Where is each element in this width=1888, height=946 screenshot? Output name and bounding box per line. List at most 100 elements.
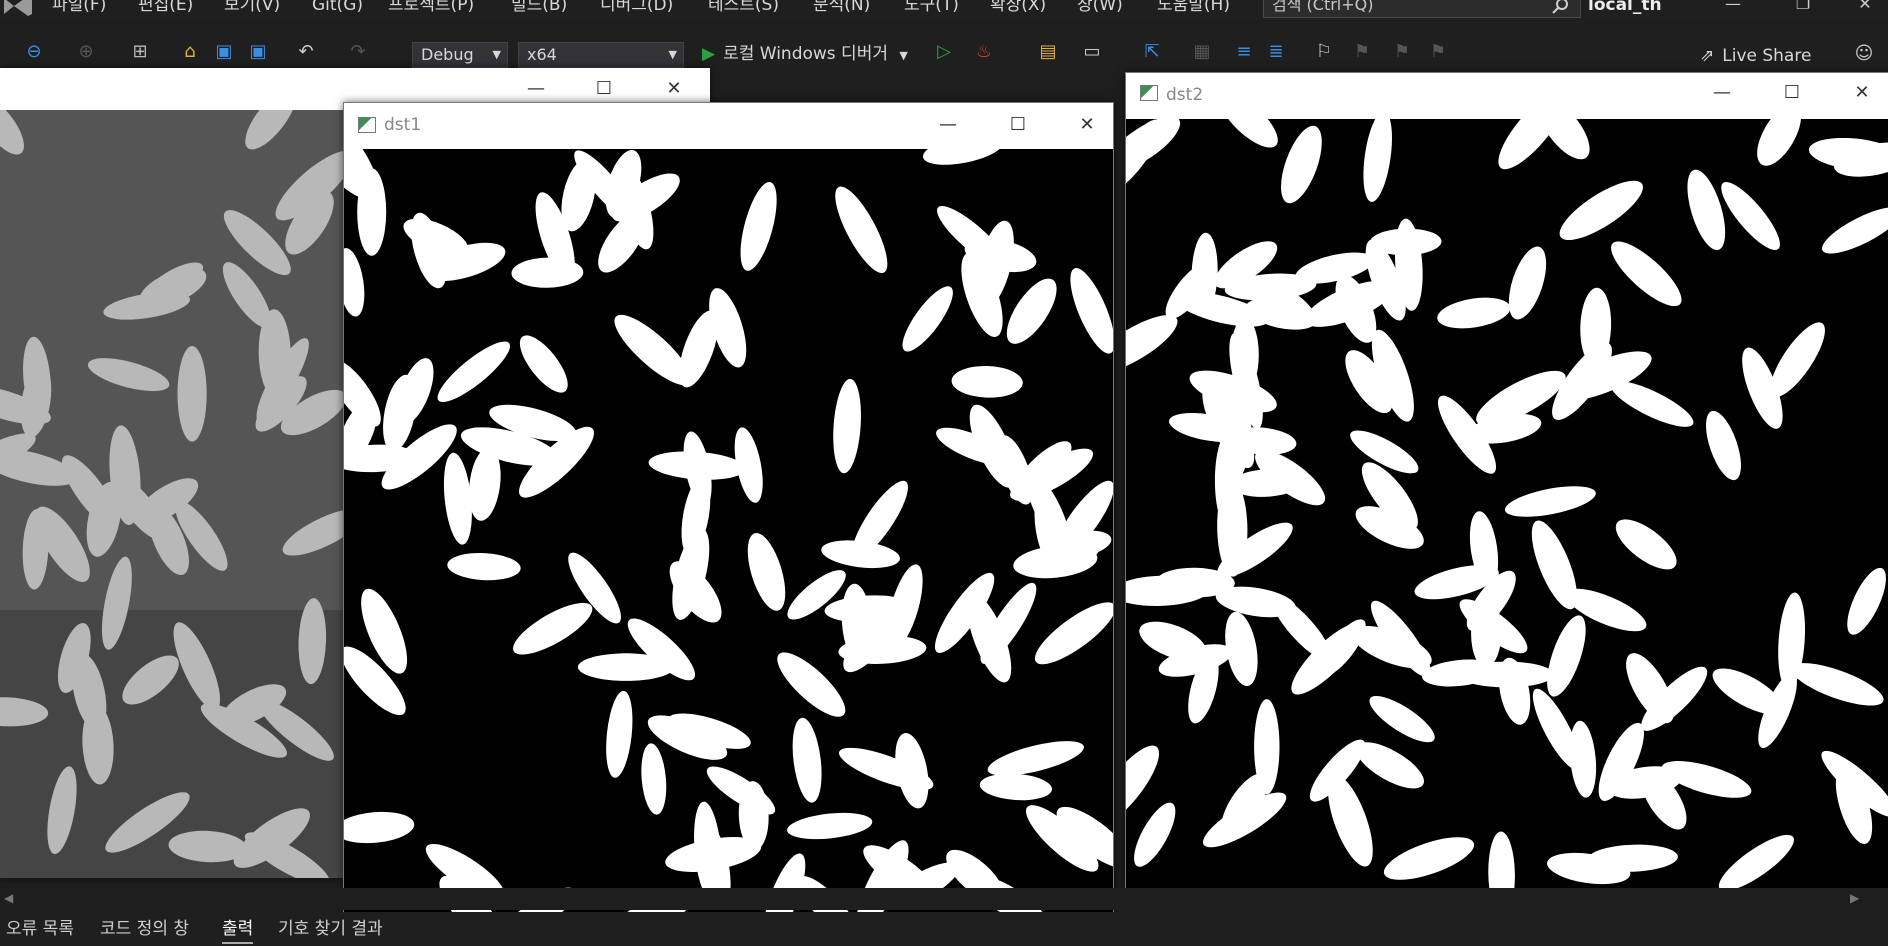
dst2-window[interactable]: dst2 — ☐ ✕ [1125,72,1888,889]
rice-grain [447,552,521,581]
window-icon[interactable]: ▭ [1080,40,1104,64]
open-folder-icon[interactable]: ⌂ [178,40,202,64]
chevron-down-icon: ▼ [668,48,677,61]
rice-grain [1559,180,1643,241]
rice-grain [1271,595,1332,661]
menu-project[interactable]: 프로젝트(P) [388,0,474,16]
save-all-icon[interactable]: ▣ [246,40,270,64]
tab-find-symbols[interactable]: 기호 찾기 결과 [278,916,383,942]
close-icon[interactable]: ✕ [1848,81,1876,105]
start-without-debug-icon[interactable]: ▷ [932,40,956,64]
code-editor-fragment[interactable] [1112,110,1126,830]
rice-grain [1821,207,1888,254]
menu-tools[interactable]: 도구(T) [904,0,959,16]
menu-build[interactable]: 빌드(B) [511,0,567,16]
scroll-left-icon[interactable]: ◀ [4,891,13,905]
rice-grain [344,811,415,844]
visual-studio-logo-icon[interactable] [0,0,36,18]
rice-grain [1458,661,1554,688]
hot-reload-icon[interactable]: ♨ [972,40,996,64]
minimize-icon[interactable]: — [934,113,962,137]
forward-icon[interactable]: ⊕ [74,40,98,64]
redo-icon[interactable]: ↷ [346,40,370,64]
outline-icon[interactable]: ≡ [1232,40,1256,64]
search-input[interactable]: 검색 (Ctrl+Q) [1263,0,1581,18]
menu-analyze[interactable]: 분석(N) [813,0,870,16]
search-icon [1552,0,1568,14]
minimize-icon[interactable]: — [1708,81,1736,105]
menu-test[interactable]: 테스트(S) [708,0,779,16]
rice-grain [606,690,633,778]
window-title: dst2 [1166,85,1204,105]
tab-output[interactable]: 출력 [222,916,254,944]
folder-icon[interactable]: ▤ [1036,40,1060,64]
rice-grain [979,773,1053,801]
bookmark-prev-icon[interactable]: ⚑ [1350,40,1374,64]
layout-icon[interactable]: ▦ [1190,40,1214,64]
bookmark-clear-icon[interactable]: ⚑ [1426,40,1450,64]
menu-git[interactable]: Git(G) [312,0,363,16]
maximize-icon[interactable]: ☐ [1778,81,1806,105]
rice-grain [1547,615,1586,697]
platform-select[interactable]: x64 ▼ [518,42,684,68]
rice-grain [747,533,786,611]
menu-help[interactable]: 도움말(H) [1157,0,1230,16]
rice-grain [443,452,472,545]
minimize-icon[interactable]: — [522,77,550,101]
rice-grain [1847,567,1886,635]
undo-icon[interactable]: ↶ [294,40,318,64]
menu-window[interactable]: 창(W) [1077,0,1123,16]
rice-grain [1587,844,1678,872]
rice-grain [177,345,207,442]
toolbar: ⊖ ⊕ ⊞ ⌂ ▣ ▣ ↶ ↷ Debug ▼ x64 ▼ ▶ 로컬 Window… [0,30,1888,72]
bookmark-icon[interactable]: ⚐ [1312,40,1336,64]
chevron-down-icon: ▼ [899,49,908,62]
rice-grain [1504,486,1596,517]
binary-threshold-image [344,149,1113,917]
bottom-tab-bar: 오류 목록 코드 정의 창 출력 기호 찾기 결과 [0,912,1888,946]
live-share-button[interactable]: ⇗ Live Share [1700,44,1811,68]
indent-icon[interactable]: ≣ [1264,40,1288,64]
rice-grain [922,149,1004,165]
maximize-icon[interactable]: ☐ [590,77,618,101]
rice-grain [792,717,822,803]
dst1-window[interactable]: dst1 — ☐ ✕ [343,102,1114,918]
tab-error-list[interactable]: 오류 목록 [6,916,74,942]
rice-grain [513,602,593,655]
account-icon[interactable]: ☺ [1852,42,1876,66]
rice-grain [1718,834,1794,888]
window-titlebar[interactable]: dst2 — ☐ ✕ [1126,73,1888,119]
menu-file[interactable]: 파일(F) [52,0,106,16]
bookmark-next-icon[interactable]: ⚑ [1390,40,1414,64]
search-placeholder: 검색 (Ctrl+Q) [1272,0,1374,14]
chevron-down-icon: ▼ [492,48,501,61]
menu-debug[interactable]: 디버그(D) [600,0,673,16]
rice-grain [835,186,888,274]
restore-icon[interactable]: ❐ [1788,0,1818,16]
horizontal-scrollbar[interactable]: ◀ ▶ [0,888,1888,910]
minimize-icon[interactable]: — [1718,0,1748,16]
rice-grain [951,365,1023,398]
start-debugging-button[interactable]: ▶ 로컬 Windows 디버거 ▼ [702,42,908,68]
rice-grain [641,743,667,815]
live-share-label: Live Share [1722,46,1812,66]
menu-extensions[interactable]: 확장(X) [990,0,1046,16]
configuration-select[interactable]: Debug ▼ [412,42,508,68]
scroll-right-icon[interactable]: ▶ [1850,891,1859,905]
rice-grain [1219,119,1278,148]
cursor-icon[interactable]: ⇱ [1140,40,1164,64]
tab-code-definition[interactable]: 코드 정의 창 [100,916,189,942]
save-icon[interactable]: ▣ [212,40,236,64]
rice-grain [1757,119,1802,166]
close-icon[interactable]: ✕ [1073,113,1101,137]
rice-grain [1437,297,1511,329]
window-titlebar[interactable]: dst1 — ☐ ✕ [344,103,1113,149]
menu-view[interactable]: 보기(V) [224,0,280,16]
close-icon[interactable]: ✕ [1850,0,1880,16]
close-icon[interactable]: ✕ [660,77,688,101]
rice-grain [1383,837,1475,880]
new-project-icon[interactable]: ⊞ [128,40,152,64]
maximize-icon[interactable]: ☐ [1004,113,1032,137]
menu-edit[interactable]: 편집(E) [138,0,193,16]
back-icon[interactable]: ⊖ [22,40,46,64]
